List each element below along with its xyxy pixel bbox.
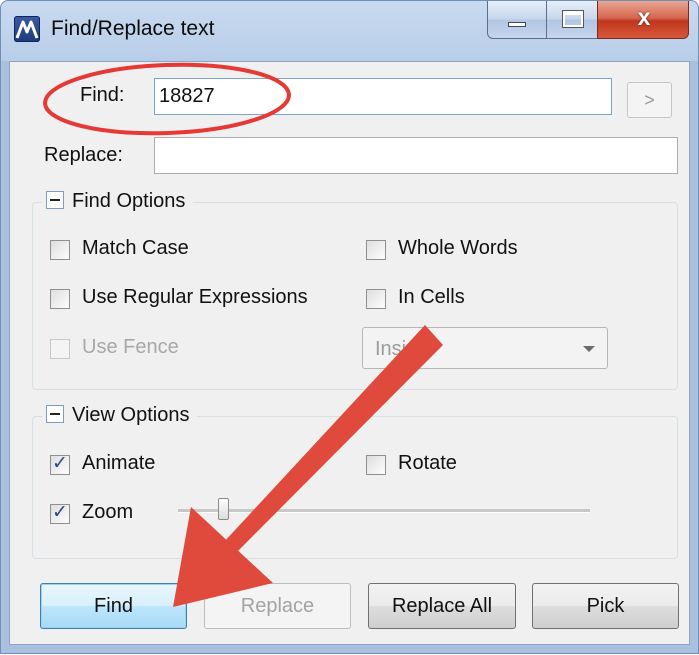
dialog-body: Find: > Replace: Find Options Match Case… bbox=[9, 61, 690, 645]
replace-input[interactable] bbox=[154, 137, 678, 174]
chevron-down-icon bbox=[583, 346, 595, 352]
checkbox-box[interactable] bbox=[50, 240, 70, 260]
find-button[interactable]: Find bbox=[40, 583, 187, 629]
minimize-button[interactable] bbox=[487, 1, 547, 39]
whole-words-label: Whole Words bbox=[398, 237, 518, 259]
view-options-header[interactable]: View Options bbox=[42, 404, 198, 428]
replace-label: Replace: bbox=[44, 144, 123, 166]
checkbox-box[interactable] bbox=[50, 339, 70, 359]
find-next-button[interactable]: > bbox=[627, 82, 672, 118]
minus-icon[interactable] bbox=[46, 190, 64, 209]
pick-button[interactable]: Pick bbox=[532, 583, 679, 629]
zoom-slider-thumb[interactable] bbox=[218, 498, 229, 520]
close-button[interactable]: x bbox=[597, 1, 689, 39]
checkbox-box[interactable]: ✓ bbox=[50, 502, 70, 524]
find-replace-dialog: Find/Replace text x Find: > Replace: Fin… bbox=[0, 0, 699, 654]
replace-button[interactable]: Replace bbox=[204, 583, 351, 629]
checkbox-box[interactable] bbox=[366, 240, 386, 260]
checkbox-box[interactable] bbox=[366, 289, 386, 309]
find-label: Find: bbox=[80, 84, 125, 106]
minus-icon[interactable] bbox=[46, 404, 64, 423]
in-cells-label: In Cells bbox=[398, 286, 465, 308]
checkmark-icon: ✓ bbox=[52, 502, 68, 523]
use-fence-label: Use Fence bbox=[82, 336, 179, 358]
title-bar[interactable]: Find/Replace text x bbox=[1, 1, 698, 61]
find-options-header[interactable]: Find Options bbox=[42, 190, 194, 214]
checkbox-box[interactable] bbox=[366, 455, 386, 475]
checkmark-icon: ✓ bbox=[52, 453, 68, 474]
checkbox-box[interactable]: ✓ bbox=[50, 453, 70, 475]
find-options-title: Find Options bbox=[72, 190, 186, 212]
regex-label: Use Regular Expressions bbox=[82, 286, 308, 308]
view-options-title: View Options bbox=[72, 404, 190, 426]
fence-mode-dropdown[interactable]: Inside bbox=[362, 327, 608, 369]
close-icon: x bbox=[637, 4, 651, 30]
view-options-group bbox=[32, 416, 678, 559]
minimize-icon bbox=[508, 22, 526, 27]
find-input[interactable] bbox=[154, 78, 612, 115]
app-logo-icon bbox=[14, 16, 40, 42]
window-title: Find/Replace text bbox=[51, 17, 215, 40]
checkbox-box[interactable] bbox=[50, 289, 70, 309]
zoom-slider-track[interactable] bbox=[178, 509, 590, 513]
maximize-icon bbox=[562, 10, 584, 28]
match-case-label: Match Case bbox=[82, 237, 189, 259]
fence-mode-value: Inside bbox=[375, 338, 429, 360]
animate-label: Animate bbox=[82, 452, 156, 474]
maximize-button[interactable] bbox=[546, 1, 598, 39]
replace-all-button[interactable]: Replace All bbox=[368, 583, 516, 629]
rotate-label: Rotate bbox=[398, 452, 457, 474]
zoom-label: Zoom bbox=[82, 501, 134, 523]
